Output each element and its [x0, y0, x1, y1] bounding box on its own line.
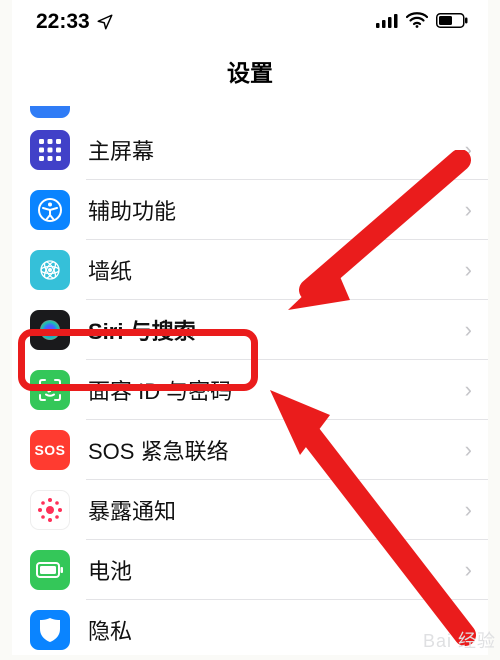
sos-icon: SOS	[30, 430, 70, 470]
status-indicators	[376, 10, 468, 34]
table-row-partial	[12, 106, 488, 120]
row-home-screen[interactable]: 主屏幕 ›	[12, 120, 488, 180]
privacy-icon	[30, 610, 70, 650]
row-wallpaper[interactable]: 墙纸 ›	[12, 240, 488, 300]
chevron-right-icon: ›	[465, 257, 472, 283]
home-screen-icon	[30, 130, 70, 170]
row-label: 电池	[88, 554, 465, 586]
settings-list: 主屏幕 › 辅助功能 › 墙纸 › Siri 与搜索 ›	[12, 120, 488, 660]
exposure-icon	[30, 490, 70, 530]
sos-icon-text: SOS	[34, 442, 65, 458]
chevron-right-icon: ›	[465, 497, 472, 523]
row-siri-search[interactable]: Siri 与搜索 ›	[12, 300, 488, 360]
face-id-icon	[30, 370, 70, 410]
row-privacy[interactable]: 隐私 ›	[12, 600, 488, 660]
status-time: 22:33	[36, 10, 90, 34]
row-sos[interactable]: SOS SOS 紧急联络 ›	[12, 420, 488, 480]
wallpaper-icon	[30, 250, 70, 290]
chevron-right-icon: ›	[465, 377, 472, 403]
watermark: Bai 经验	[423, 627, 496, 653]
page-title: 设置	[12, 44, 488, 106]
chevron-right-icon: ›	[465, 557, 472, 583]
chevron-right-icon: ›	[465, 317, 472, 343]
siri-icon	[30, 310, 70, 350]
row-label: SOS 紧急联络	[88, 434, 465, 466]
row-accessibility[interactable]: 辅助功能 ›	[12, 180, 488, 240]
chevron-right-icon: ›	[465, 437, 472, 463]
battery-icon	[436, 10, 468, 34]
row-label: 主屏幕	[88, 134, 465, 166]
row-battery[interactable]: 电池 ›	[12, 540, 488, 600]
battery-settings-icon	[30, 550, 70, 590]
row-label: 面容 ID 与密码	[88, 374, 465, 406]
location-icon	[96, 13, 114, 31]
row-label: 辅助功能	[88, 194, 465, 226]
status-bar: 22:33	[12, 0, 488, 44]
row-label: 隐私	[88, 614, 465, 646]
row-label: 墙纸	[88, 254, 465, 286]
chevron-right-icon: ›	[465, 197, 472, 223]
accessibility-icon	[30, 190, 70, 230]
row-label: 暴露通知	[88, 494, 465, 526]
row-exposure[interactable]: 暴露通知 ›	[12, 480, 488, 540]
row-face-id[interactable]: 面容 ID 与密码 ›	[12, 360, 488, 420]
chevron-right-icon: ›	[465, 137, 472, 163]
cellular-icon	[376, 10, 398, 34]
settings-screen: 22:33 设置 主屏幕 ›	[12, 0, 488, 655]
row-label: Siri 与搜索	[88, 314, 465, 346]
wifi-icon	[406, 10, 428, 34]
